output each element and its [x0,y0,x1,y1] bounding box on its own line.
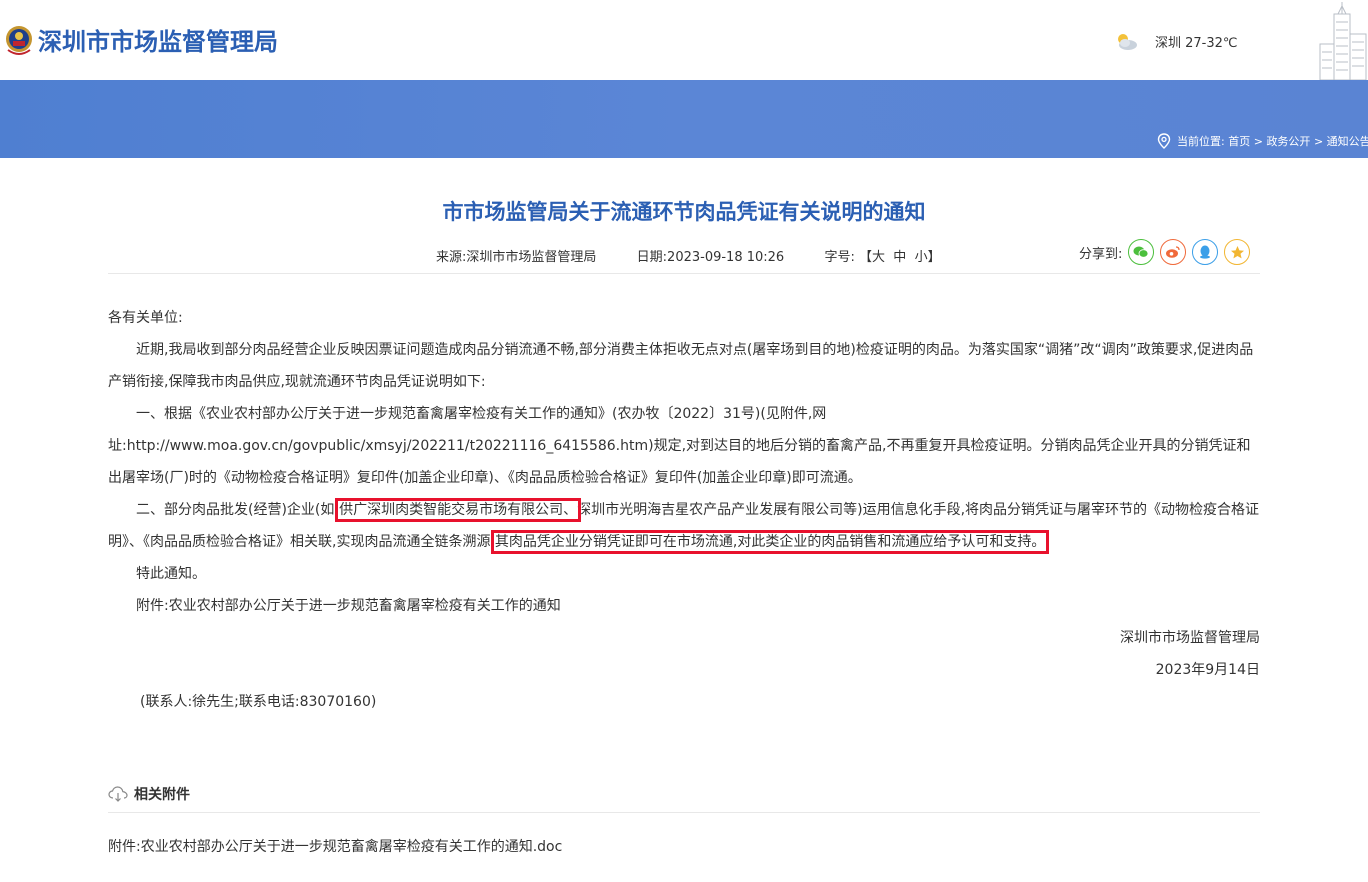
breadcrumb-separator: > [1253,134,1263,148]
breadcrumb-gov-affairs-link[interactable]: 政务公开 [1266,133,1310,149]
share-bar: 分享到: [1079,239,1251,265]
wechat-icon[interactable] [1128,239,1155,265]
paragraph-3-lead: 二、部分肉品批发(经营)企业(如: [136,502,340,518]
paragraph-1: 近期,我局收到部分肉品经营企业反映因票证问题造成肉品分销流通不畅,部分消费主体拒… [108,342,1254,390]
closing: 特此通知。 [136,566,206,582]
favorite-icon[interactable] [1224,239,1251,265]
weibo-icon[interactable] [1160,239,1187,265]
highlight-box-circulation: 其肉品凭企业分销凭证即可在市场流通,对此类企业的肉品销售和流通应给予认可和支持。 [490,530,1050,554]
share-label: 分享到: [1079,246,1123,262]
highlight-box-company: 供广深圳肉类智能交易市场有限公司、 [335,498,582,522]
article-source: 来源:深圳市市场监督管理局 [436,250,597,265]
article-title: 市市场监管局关于流通环节肉品凭证有关说明的通知 [442,200,926,224]
breadcrumb-separator: > [1313,134,1324,148]
qq-icon[interactable] [1192,239,1219,265]
font-size-large-button[interactable]: 【大 [859,250,885,265]
download-cloud-icon [108,786,128,802]
article-content: 各有关单位: 近期,我局收到部分肉品经营企业反映因票证问题造成肉品分销流通不畅,… [108,302,1260,718]
building-illustration [1319,2,1367,80]
contact-info: (联系人:徐先生;联系电话:83070160) [140,694,377,710]
signature: 深圳市市场监督管理局 [1120,630,1260,646]
site-title[interactable]: 深圳市市场监督管理局 [38,22,278,57]
weather-text: 深圳 27-32℃ [1155,36,1238,51]
paragraph-2: 一、根据《农业农村部办公厅关于进一步规范畜禽屠宰检疫有关工作的通知》(农办牧〔2… [108,406,1251,486]
breadcrumb-notices-link[interactable]: 通知公告 [1327,133,1368,149]
breadcrumb-home-link[interactable]: 首页 [1228,133,1250,149]
location-pin-icon [1157,133,1171,149]
partly-cloudy-icon [1118,34,1137,50]
greeting: 各有关单位: [108,310,183,326]
breadcrumb: 当前位置: 首页 > 政务公开 > 通知公告 [1157,133,1368,149]
font-size-small-button[interactable]: 小】 [915,250,941,265]
attachment-file-link[interactable]: 附件:农业农村部办公厅关于进一步规范畜禽屠宰检疫有关工作的通知.doc [108,836,562,856]
paragraph-3: 二、部分肉品批发(经营)企业(如:供广深圳肉类智能交易市场有限公司、深圳市光明海… [108,494,1260,558]
site-header: 深圳市市场监督管理局 深圳 27-32℃ [0,0,1368,80]
emblem-logo[interactable] [4,22,34,56]
font-size-medium-button[interactable]: 中 [893,250,906,265]
breadcrumb-label: 当前位置: [1177,135,1225,148]
attachments-heading-text: 相关附件 [134,787,190,803]
article-date: 日期:2023-09-18 10:26 [636,250,785,265]
attachments-divider [108,812,1260,813]
attachment-note: 附件:农业农村部办公厅关于进一步规范畜禽屠宰检疫有关工作的通知 [136,598,561,614]
font-size-label: 字号: [824,250,855,265]
sign-date: 2023年9月14日 [1155,662,1260,678]
title-divider [108,273,1260,274]
attachments-heading: 相关附件 [108,784,190,804]
article-meta: 来源:深圳市市场监督管理局 日期:2023-09-18 10:26 字号: 【大… [436,246,941,265]
